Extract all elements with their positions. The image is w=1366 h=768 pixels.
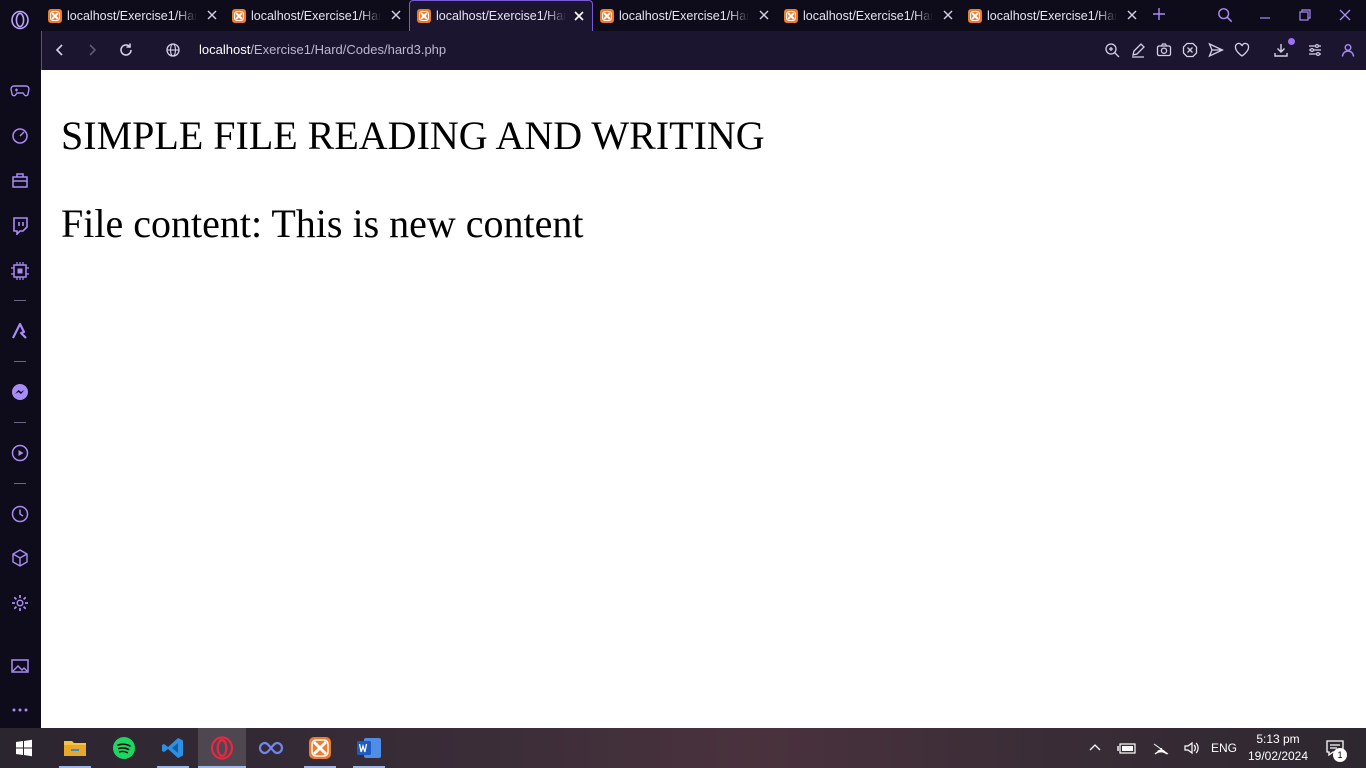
messenger-icon[interactable]: [0, 375, 40, 409]
notification-center-icon[interactable]: [1320, 728, 1350, 768]
tab[interactable]: localhost/Exercise1/Hard/Codes/hard5.php: [777, 0, 961, 31]
tab[interactable]: localhost/Exercise1/Hard/Codes/hard2.php: [225, 0, 409, 31]
xampp-favicon-icon: [784, 8, 798, 23]
file-content-text: File content: This is new content: [61, 201, 584, 246]
back-arrow-icon[interactable]: [49, 39, 71, 61]
clock[interactable]: 5:13 pm 19/02/2024: [1236, 731, 1320, 765]
taskbar-word[interactable]: [345, 728, 393, 768]
close-icon[interactable]: [1125, 8, 1139, 22]
tab-title: localhost/Exercise1/Hard/Codes/hard4.php: [619, 8, 749, 23]
settings-icon[interactable]: [0, 586, 40, 620]
cube-icon[interactable]: [0, 541, 40, 575]
site-info-globe-icon[interactable]: [162, 39, 184, 61]
close-icon[interactable]: [389, 8, 403, 22]
minimize-icon[interactable]: [1254, 4, 1276, 26]
page-heading: SIMPLE FILE READING AND WRITING: [61, 113, 765, 158]
forward-arrow-icon[interactable]: [81, 39, 103, 61]
show-hidden-icons-chevron-icon[interactable]: [1083, 728, 1107, 768]
browser-sidebar: [0, 0, 41, 728]
profile-icon[interactable]: [1337, 39, 1359, 61]
sidebar-separator: [14, 300, 26, 301]
tab-active[interactable]: localhost/Exercise1/Hard/Codes/hard3.php: [409, 0, 593, 31]
toolbox-icon[interactable]: [0, 163, 40, 197]
infinity-icon: [258, 741, 284, 755]
folder-icon: [64, 741, 86, 756]
url-path: /Exercise1/Hard/Codes/hard3.php: [250, 42, 447, 57]
adblock-icon[interactable]: [1179, 39, 1201, 61]
close-icon[interactable]: [757, 8, 771, 22]
browser-toolbar: localhost/Exercise1/Hard/Codes/hard3.php: [41, 31, 1366, 70]
tab[interactable]: localhost/Exercise1/Hard/Codes/hard6.php: [961, 0, 1145, 31]
xampp-favicon-icon: [48, 8, 62, 23]
restore-icon[interactable]: [1294, 4, 1316, 26]
notification-count-badge: 1: [1333, 748, 1347, 762]
taskbar-opera-gx[interactable]: [198, 728, 246, 768]
taskbar-xampp[interactable]: [296, 728, 344, 768]
clock-time: 5:13 pm: [1256, 732, 1300, 746]
new-tab-plus-icon[interactable]: [1150, 5, 1168, 23]
word-icon: [357, 738, 381, 758]
close-icon[interactable]: [205, 8, 219, 22]
sidebar-separator: [14, 361, 26, 362]
aria-icon[interactable]: [0, 314, 40, 348]
vscode-icon: [162, 738, 183, 758]
sidebar-separator: [14, 422, 26, 423]
xampp-favicon-icon: [417, 9, 431, 23]
edit-icon[interactable]: [1127, 39, 1149, 61]
close-icon[interactable]: [572, 9, 586, 23]
address-bar[interactable]: localhost/Exercise1/Hard/Codes/hard3.php: [199, 42, 446, 57]
tab-strip: localhost/Exercise1/Hard/Codes/hard1.php…: [41, 0, 1366, 31]
zoom-icon[interactable]: [1101, 39, 1123, 61]
gallery-icon[interactable]: [0, 649, 40, 683]
taskbar-spotify[interactable]: [100, 728, 148, 768]
battery-icon[interactable]: [1114, 728, 1140, 768]
xampp-favicon-icon: [600, 8, 614, 23]
more-icon[interactable]: [0, 693, 40, 727]
send-icon[interactable]: [1205, 39, 1227, 61]
twitch-icon[interactable]: [0, 208, 40, 242]
web-page-content: SIMPLE FILE READING AND WRITING File con…: [41, 70, 1366, 728]
player-icon[interactable]: [0, 436, 40, 470]
history-icon[interactable]: [0, 497, 40, 531]
language-label: ENG: [1210, 741, 1237, 755]
reload-icon[interactable]: [115, 39, 137, 61]
tab-title: localhost/Exercise1/Hard/Codes/hard3.php: [436, 9, 566, 23]
heart-icon[interactable]: [1231, 39, 1253, 61]
windows-logo-icon: [16, 739, 32, 757]
wifi-icon[interactable]: [1148, 728, 1174, 768]
search-tabs-icon[interactable]: [1214, 4, 1236, 26]
start-button[interactable]: [0, 728, 48, 768]
tab-title: localhost/Exercise1/Hard/Codes/hard6.php: [987, 8, 1117, 23]
camera-icon[interactable]: [1153, 39, 1175, 61]
taskbar-app-infinity[interactable]: [247, 728, 295, 768]
spotify-icon: [113, 737, 135, 759]
xampp-favicon-icon: [232, 8, 246, 23]
url-host: localhost: [199, 42, 251, 57]
easy-setup-icon[interactable]: [1304, 39, 1326, 61]
tab[interactable]: localhost/Exercise1/Hard/Codes/hard1.php: [41, 0, 225, 31]
opera-logo-icon[interactable]: [0, 3, 40, 37]
windows-taskbar: ENG 5:13 pm 19/02/2024: [0, 728, 1366, 768]
download-indicator-dot: [1288, 38, 1295, 45]
close-window-icon[interactable]: [1334, 4, 1356, 26]
speed-dial-icon[interactable]: [0, 118, 40, 152]
volume-icon[interactable]: [1179, 728, 1205, 768]
gamepad-icon[interactable]: [0, 73, 40, 107]
xampp-favicon-icon: [968, 8, 982, 23]
taskbar-vscode[interactable]: [149, 728, 197, 768]
xampp-icon: [309, 737, 331, 759]
taskbar-file-explorer[interactable]: [51, 728, 99, 768]
processor-icon[interactable]: [0, 254, 40, 288]
tab-title: localhost/Exercise1/Hard/Codes/hard5.php: [803, 8, 933, 23]
close-icon[interactable]: [941, 8, 955, 22]
clock-date: 19/02/2024: [1247, 749, 1309, 763]
opera-gx-icon: [210, 736, 234, 760]
sidebar-separator: [14, 483, 26, 484]
tab-title: localhost/Exercise1/Hard/Codes/hard2.php: [251, 8, 381, 23]
tab-title: localhost/Exercise1/Hard/Codes/hard1.php: [67, 8, 197, 23]
tab[interactable]: localhost/Exercise1/Hard/Codes/hard4.php: [593, 0, 777, 31]
